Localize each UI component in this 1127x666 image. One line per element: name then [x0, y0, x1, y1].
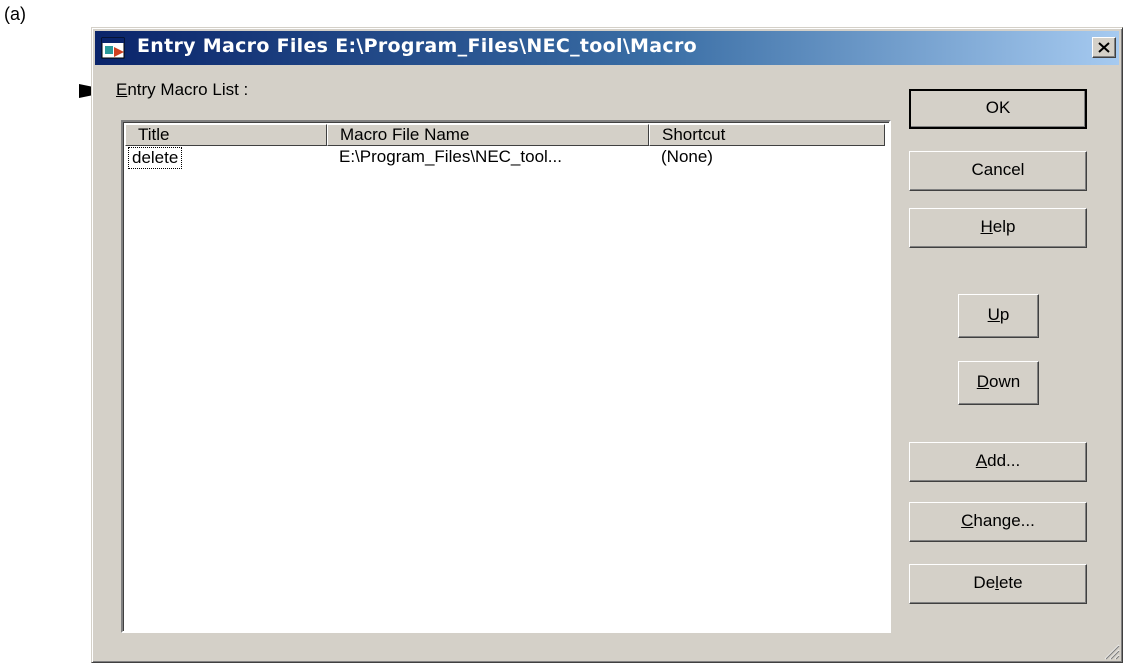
- help-button[interactable]: Help: [909, 208, 1087, 248]
- cell-title: delete: [128, 147, 183, 169]
- figure-label: (a): [4, 4, 26, 24]
- cancel-button[interactable]: Cancel: [909, 151, 1087, 191]
- delete-button[interactable]: Delete: [909, 564, 1087, 604]
- entry-macro-files-dialog: Entry Macro Files E:\Program_Files\NEC_t…: [91, 27, 1123, 663]
- close-button[interactable]: [1092, 37, 1116, 58]
- list-header: Title Macro File Name Shortcut: [125, 124, 887, 146]
- cell-shortcut: (None): [661, 147, 713, 166]
- up-button[interactable]: Up: [958, 294, 1039, 338]
- resize-grip-icon[interactable]: [1102, 642, 1120, 660]
- label-text: ntry Macro List :: [127, 80, 249, 99]
- entry-macro-listview[interactable]: Title Macro File Name Shortcut delete E:…: [121, 120, 891, 633]
- down-button[interactable]: Down: [958, 361, 1039, 405]
- close-icon: [1098, 42, 1110, 53]
- window-title: Entry Macro Files E:\Program_Files\NEC_t…: [137, 35, 697, 57]
- list-item[interactable]: delete E:\Program_Files\NEC_tool... (Non…: [125, 147, 887, 169]
- entry-macro-list-label: Entry Macro List :: [116, 80, 248, 100]
- column-header-title[interactable]: Title: [125, 124, 327, 146]
- label-mnemonic: E: [116, 80, 128, 99]
- column-header-shortcut[interactable]: Shortcut: [649, 124, 885, 146]
- cell-macro-file-name: E:\Program_Files\NEC_tool...: [339, 147, 562, 166]
- macro-app-icon: [101, 37, 125, 59]
- column-header-macro-file-name[interactable]: Macro File Name: [327, 124, 649, 146]
- ok-button[interactable]: OK: [909, 89, 1087, 129]
- add-button[interactable]: Add...: [909, 442, 1087, 482]
- change-button[interactable]: Change...: [909, 502, 1087, 542]
- title-bar[interactable]: Entry Macro Files E:\Program_Files\NEC_t…: [95, 31, 1119, 65]
